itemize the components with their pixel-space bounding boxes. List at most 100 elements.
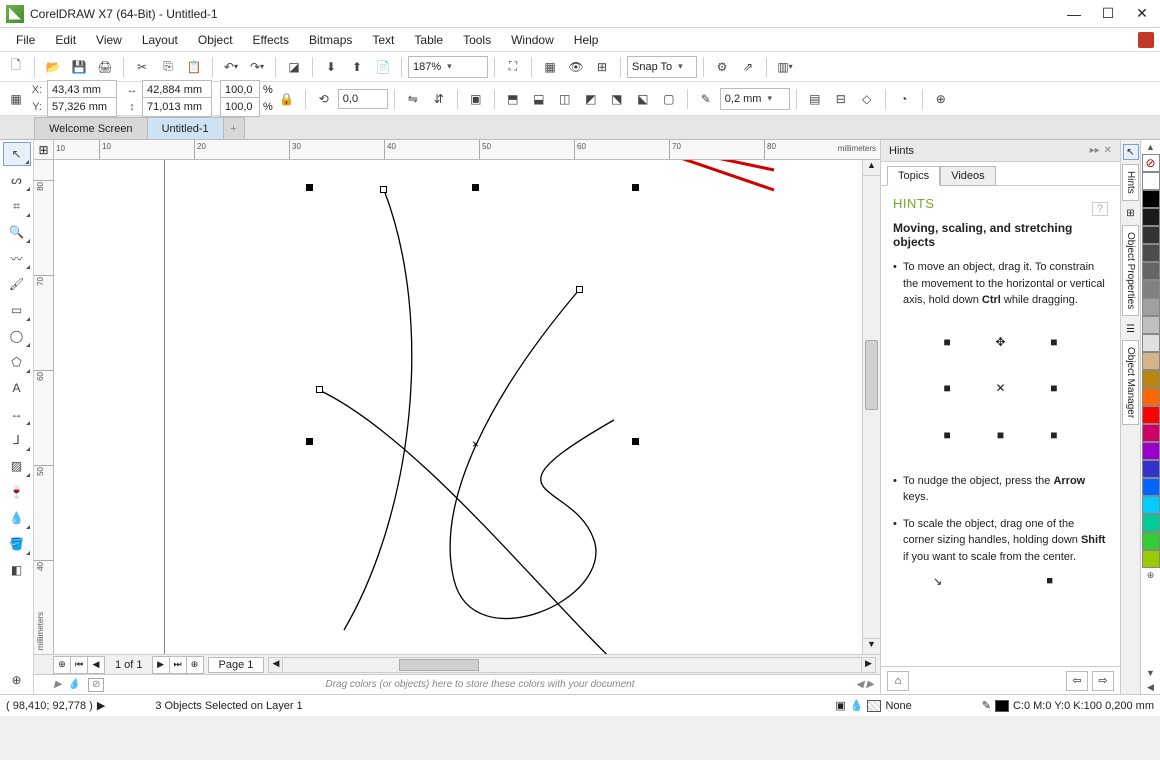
ruler-origin[interactable]: ⊞ <box>34 140 54 160</box>
intersect-button[interactable]: ◫ <box>553 87 577 111</box>
to-front-button[interactable]: ▣ <box>464 87 488 111</box>
new-button[interactable]: 🗋 <box>4 55 28 79</box>
snap-to-combo[interactable]: Snap To▾ <box>627 56 697 78</box>
vertical-ruler[interactable]: millimeters 8070605040 <box>34 160 54 654</box>
curve-node[interactable] <box>380 186 387 193</box>
app-launcher-button[interactable]: ▥▾ <box>773 55 797 79</box>
menu-table[interactable]: Table <box>404 30 453 50</box>
fill-indicator-icon[interactable]: ▣ <box>835 699 845 712</box>
menu-bitmaps[interactable]: Bitmaps <box>299 30 362 50</box>
show-guidelines-button[interactable]: ⊞ <box>590 55 614 79</box>
transparency-tool[interactable]: 🍷 <box>3 480 31 504</box>
menu-layout[interactable]: Layout <box>132 30 188 50</box>
palette-scroll-down[interactable]: ▼ <box>1141 666 1160 680</box>
color-swatch[interactable] <box>1142 388 1160 406</box>
color-swatch[interactable] <box>1142 406 1160 424</box>
zoom-tool[interactable]: 🔍 <box>3 220 31 244</box>
menu-effects[interactable]: Effects <box>243 30 299 50</box>
vertical-scrollbar[interactable]: ▲ ▼ <box>862 160 880 654</box>
docker-tab-hints[interactable]: Hints <box>1122 164 1139 201</box>
docker-close-icon[interactable]: ✕ <box>1104 145 1112 156</box>
export-button[interactable]: ⬆ <box>345 55 369 79</box>
hints-back-button[interactable]: ⇦ <box>1066 671 1088 691</box>
outline-width-combo[interactable]: 0,2 mm▾ <box>720 88 790 110</box>
color-swatch[interactable] <box>1142 334 1160 352</box>
palette-flyout[interactable]: ◀ <box>1141 680 1160 694</box>
selection-handle[interactable] <box>306 184 313 191</box>
menu-text[interactable]: Text <box>362 30 404 50</box>
import-button[interactable]: ⬇ <box>319 55 343 79</box>
object-origin-icon[interactable]: ▦ <box>4 87 28 111</box>
color-swatch[interactable] <box>1142 532 1160 550</box>
horizontal-scrollbar[interactable]: ◀ ▶ <box>268 657 876 673</box>
zoom-level-combo[interactable]: 187%▾ <box>408 56 488 78</box>
selection-handle[interactable] <box>632 438 639 445</box>
close-window-button[interactable]: ✕ <box>1130 4 1154 24</box>
menu-window[interactable]: Window <box>501 30 564 50</box>
mirror-h-button[interactable]: ⇋ <box>401 87 425 111</box>
play-icon[interactable]: ▶ <box>97 699 105 712</box>
docker-tab-object-manager[interactable]: Object Manager <box>1122 340 1139 425</box>
open-button[interactable]: 📂 <box>41 55 65 79</box>
fill-eyedropper-icon[interactable]: 💧 <box>850 699 864 712</box>
redo-button[interactable]: ↷▾ <box>245 55 269 79</box>
drawing-canvas[interactable]: × <box>54 160 862 654</box>
menu-file[interactable]: File <box>6 30 45 50</box>
front-minus-back-button[interactable]: ⬔ <box>605 87 629 111</box>
weld-button[interactable]: ⬒ <box>501 87 525 111</box>
parallel-dimension-tool[interactable]: ↔ <box>3 402 31 426</box>
tab-welcome-screen[interactable]: Welcome Screen <box>34 117 148 139</box>
search-content-button[interactable]: ◪ <box>282 55 306 79</box>
color-swatch[interactable] <box>1142 262 1160 280</box>
add-page-button[interactable]: ⊕ <box>53 656 71 674</box>
color-swatch[interactable] <box>1142 550 1160 568</box>
color-swatch[interactable] <box>1142 442 1160 460</box>
add-page-after-button[interactable]: ⊕ <box>186 656 204 674</box>
color-swatch[interactable] <box>1142 226 1160 244</box>
color-swatch[interactable] <box>1142 172 1160 190</box>
menu-object[interactable]: Object <box>188 30 243 50</box>
color-swatch[interactable] <box>1142 514 1160 532</box>
smart-fill-tool[interactable]: ◧ <box>3 558 31 582</box>
undo-button[interactable]: ↶▾ <box>219 55 243 79</box>
horizontal-scroll-thumb[interactable] <box>399 659 479 671</box>
crop-tool[interactable]: ⌗ <box>3 194 31 218</box>
horizontal-ruler[interactable]: 10 millimeters 1020304050607080 <box>54 140 880 160</box>
menu-tools[interactable]: Tools <box>453 30 501 50</box>
curve-node[interactable] <box>576 286 583 293</box>
print-button[interactable]: 🖨 <box>93 55 117 79</box>
cut-button[interactable]: ✂ <box>130 55 154 79</box>
rotation-field[interactable]: 0,0 <box>338 89 388 109</box>
next-page-button[interactable]: ▶ <box>152 656 170 674</box>
first-page-button[interactable]: ⏮ <box>70 656 88 674</box>
options-button[interactable]: ⚙ <box>710 55 734 79</box>
paste-button[interactable]: 📋 <box>182 55 206 79</box>
connector-tool[interactable]: ⅃ <box>3 428 31 452</box>
menu-view[interactable]: View <box>86 30 132 50</box>
scale-y-field[interactable]: 100,0 <box>220 97 260 117</box>
menu-help[interactable]: Help <box>564 30 609 50</box>
user-account-icon[interactable] <box>1138 32 1154 48</box>
color-swatch[interactable] <box>1142 352 1160 370</box>
palette-scroll-up[interactable]: ▲ <box>1141 140 1160 154</box>
color-swatch[interactable] <box>1142 478 1160 496</box>
docker-title-bar[interactable]: Hints ▸▸✕ <box>881 140 1120 162</box>
no-fill-swatch[interactable]: ⊘ <box>1142 154 1160 172</box>
y-position-field[interactable]: 57,326 mm <box>47 97 117 117</box>
align-button[interactable]: ⊟ <box>829 87 853 111</box>
mirror-v-button[interactable]: ⇵ <box>427 87 451 111</box>
full-screen-button[interactable]: ⛶ <box>501 55 525 79</box>
prev-page-button[interactable]: ◀ <box>87 656 105 674</box>
launch-button[interactable]: ⇗ <box>736 55 760 79</box>
menu-edit[interactable]: Edit <box>45 30 86 50</box>
page-tab[interactable]: Page 1 <box>208 657 265 673</box>
color-swatch[interactable] <box>1142 460 1160 478</box>
publish-pdf-button[interactable]: 📄 <box>371 55 395 79</box>
pie-button[interactable]: ◔ <box>892 87 916 111</box>
show-rulers-button[interactable]: ▦ <box>538 55 562 79</box>
minimize-button[interactable]: — <box>1062 4 1086 24</box>
selection-handle[interactable] <box>472 184 479 191</box>
convert-curves-button[interactable]: ◇ <box>855 87 879 111</box>
maximize-button[interactable]: ☐ <box>1096 4 1120 24</box>
color-eyedropper-tool[interactable]: 💧 <box>3 506 31 530</box>
